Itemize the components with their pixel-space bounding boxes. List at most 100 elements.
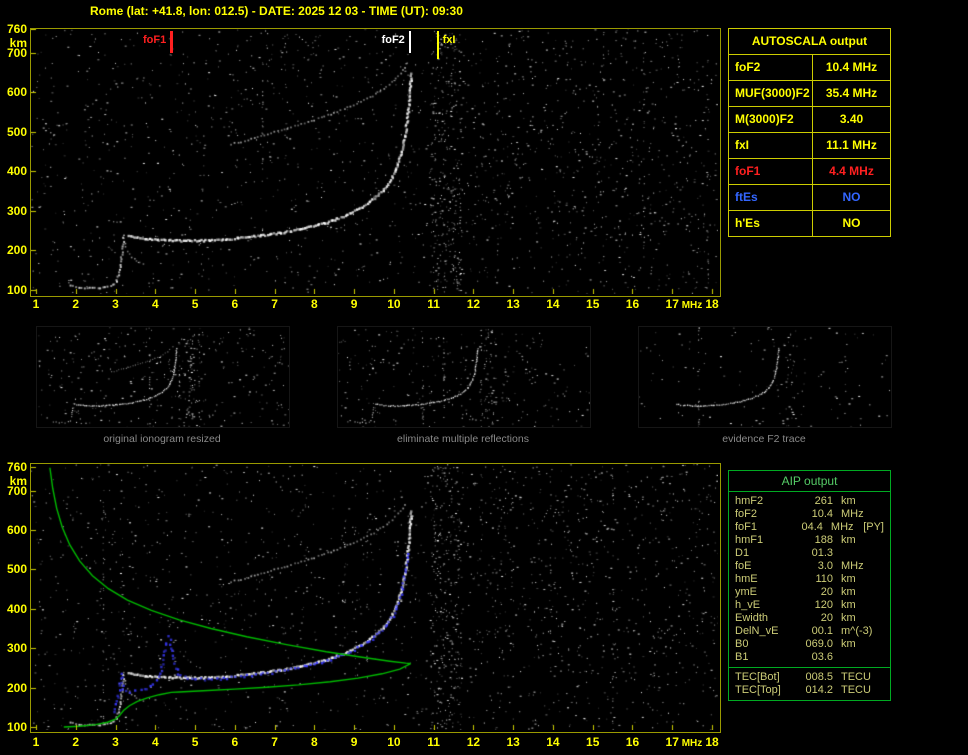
aip-param-value: 261 [814,495,833,507]
marker-line-fxI [436,31,439,59]
bottom-x-tick-label: 16 [625,735,640,749]
aip-param-unit: km [841,638,856,650]
bottom-x-tick-label: 2 [72,735,80,749]
top-y-tick-label: 400 [6,164,27,179]
aip-row-h_vE: h_vE 120 km [729,599,890,612]
aip-param-unit: km [841,599,856,611]
aip-param-value: 014.2 [805,684,833,696]
aip-param-name: ymE [735,586,757,598]
bottom-ionogram-canvas [31,464,718,730]
top-x-tick-label: 3 [112,297,119,311]
autoscala-row-foF1: foF1 4.4 MHz [729,159,890,185]
top-x-tick-label: 11 [427,297,440,311]
bottom-x-tick-label: 6 [231,735,239,749]
aip-param-extra [877,684,884,697]
aip-output-table: AIP output hmF2 261 km foF2 10.4 MHz foF1 04.4 M… [728,470,891,701]
bottom-y-tick-label: 760 [6,459,27,474]
bottom-x-tick-label: 9 [350,735,358,749]
bottom-x-unit-label: MHz [681,738,703,749]
aip-param-value: 069.0 [805,638,833,650]
aip-param-value: 110 [815,573,833,585]
aip-row-B1: B1 03.6 [729,651,890,664]
bottom-x-tick-label: 13 [506,735,520,749]
aip-param-extra [877,599,884,612]
top-ionogram-plot: foF1 foF2 fxI [30,28,721,297]
autoscala-param-value: 4.4 MHz [829,164,874,178]
aip-param-name: h_vE [735,599,761,611]
bottom-x-tick-label: 10 [387,735,401,749]
aip-param-extra [877,651,884,664]
marker-label-fxI: fxI [442,34,456,46]
autoscala-row-fxI: fxI 11.1 MHz [729,133,890,159]
aip-param-value: 10.4 [811,508,833,520]
aip-param-extra [877,638,884,651]
aip-param-name: hmE [735,573,758,585]
top-x-unit-label: MHz [681,300,703,311]
autoscala-row-h'Es: h'Es NO [729,211,890,236]
thumbnail-caption-f2-trace: evidence F2 trace [722,433,806,445]
aip-param-extra [877,560,884,573]
aip-param-name: D1 [735,547,750,559]
aip-table-header: AIP output [729,471,890,492]
top-x-tick-label: 6 [231,297,239,311]
thumbnail-f2-trace-canvas [639,327,891,427]
autoscala-row-MUF(3000)F2: MUF(3000)F2 35.4 MHz [729,81,890,107]
top-x-tick-label: 9 [350,297,358,311]
aip-row-hmF2: hmF2 261 km [729,495,890,508]
top-x-tick-label: 10 [387,297,401,311]
aip-param-unit: MHz [841,560,864,572]
autoscala-table-header: AUTOSCALA output [729,29,890,55]
page-title: Rome (lat: +41.8, lon: 012.5) - DATE: 20… [90,4,463,18]
aip-param-unit: km [841,612,856,624]
aip-param-name: foE [735,560,752,572]
aip-row-ymE: ymE 20 km [729,586,890,599]
aip-param-unit: m^(-3) [841,625,873,637]
aip-param-unit: MHz [841,508,864,520]
aip-row-B0: B0 069.0 km [729,638,890,651]
aip-param-extra [877,508,884,521]
aip-param-unit: km [841,586,856,598]
top-x-tick-label: 1 [32,297,40,311]
top-y-tick-label: 760 [6,21,27,36]
aip-row-foF2: foF2 10.4 MHz [729,508,890,521]
autoscala-param-name: M(3000)F2 [729,107,813,132]
aip-param-unit [833,651,877,664]
aip-row-foF1: foF1 04.4 MHz [PY] [729,521,890,534]
aip-param-name: TEC[Top] [735,684,781,696]
autoscala-param-value: 35.4 MHz [825,86,878,100]
aip-row-TEC[Top]: TEC[Top] 014.2 TECU [729,684,890,697]
aip-param-value: 03.6 [811,651,833,663]
bottom-ionogram-plot [30,463,721,733]
thumbnail-f2-trace [638,326,892,428]
top-x-tick-label: 16 [625,297,640,311]
bottom-y-unit-label: km [9,473,27,488]
bottom-x-tick-label: 3 [112,735,119,749]
autoscala-param-name: h'Es [729,211,813,236]
thumbnail-multiple-reflections [337,326,591,428]
aip-param-value: 3.0 [817,560,833,572]
aip-param-value: 008.5 [805,671,833,683]
aip-param-name: foF1 [735,521,758,533]
aip-tec-separator [729,667,890,668]
aip-param-extra [877,573,884,586]
autoscala-window: Rome (lat: +41.8, lon: 012.5) - DATE: 20… [0,0,968,755]
aip-param-value: 04.4 [801,521,823,533]
autoscala-param-name: fxI [729,133,813,158]
aip-param-value: 01.3 [811,547,833,559]
top-y-tick-label: 100 [6,283,27,297]
bottom-y-tick-label: 600 [6,523,27,537]
bottom-x-tick-label: 11 [427,735,440,749]
marker-line-foF1 [169,31,173,53]
bottom-x-tick-label: 15 [586,735,600,749]
top-x-tick-label: 8 [311,297,318,311]
aip-param-extra [877,625,884,638]
aip-param-name: hmF1 [735,534,764,546]
aip-param-unit: TECU [841,684,871,696]
top-ionogram-marker-layer: foF1 foF2 fxI [31,29,718,294]
top-x-tick-label: 15 [586,297,600,311]
top-y-tick-label: 600 [6,85,27,100]
top-x-tick-label: 7 [271,297,278,311]
bottom-y-tick-label: 100 [6,720,27,734]
bottom-x-tick-label: 8 [311,735,318,749]
aip-param-extra [877,534,884,547]
